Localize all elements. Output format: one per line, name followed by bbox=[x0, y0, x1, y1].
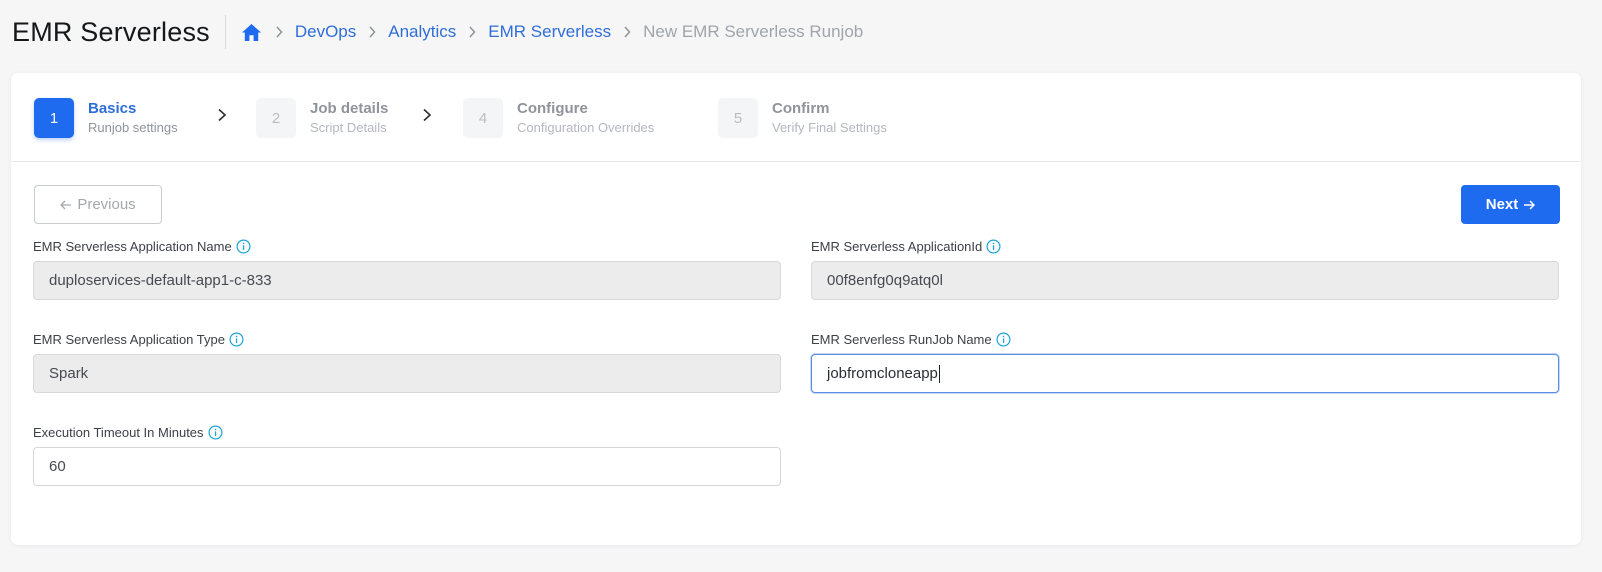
step-subtitle: Configuration Overrides bbox=[517, 120, 655, 135]
chevron-right-icon bbox=[368, 26, 376, 38]
header-divider bbox=[224, 15, 226, 49]
step-basics[interactable]: 1 Basics Runjob settings bbox=[34, 98, 178, 138]
step-title: Job details bbox=[310, 100, 389, 117]
info-icon[interactable] bbox=[236, 239, 251, 254]
arrow-right-icon bbox=[1524, 199, 1536, 210]
chevron-right-icon bbox=[468, 26, 476, 38]
info-icon[interactable] bbox=[229, 332, 244, 347]
app-id-label: EMR Serverless ApplicationId bbox=[811, 239, 1001, 254]
info-icon[interactable] bbox=[208, 425, 223, 440]
text-caret bbox=[938, 364, 940, 383]
step-subtitle: Script Details bbox=[310, 120, 387, 135]
timeout-label-text: Execution Timeout In Minutes bbox=[33, 425, 204, 440]
step-number: 2 bbox=[256, 98, 296, 138]
app-id-field[interactable]: 00f8enfg0q9atq0l bbox=[811, 261, 1559, 300]
breadcrumb-current: New EMR Serverless Runjob bbox=[643, 22, 864, 41]
runjob-name-input[interactable]: jobfromcloneapp bbox=[811, 354, 1559, 393]
app-name-label-text: EMR Serverless Application Name bbox=[33, 239, 232, 254]
runjob-wizard-card: 1 Basics Runjob settings 2 Job details S… bbox=[11, 73, 1581, 545]
runjob-name-label-text: EMR Serverless RunJob Name bbox=[811, 332, 992, 347]
step-number: 5 bbox=[718, 98, 758, 138]
step-configure[interactable]: 4 Configure Configuration Overrides bbox=[463, 98, 654, 138]
info-icon[interactable] bbox=[986, 239, 1001, 254]
chevron-right-icon bbox=[423, 108, 432, 122]
timeout-label: Execution Timeout In Minutes bbox=[33, 425, 223, 440]
breadcrumb-emr-serverless[interactable]: EMR Serverless bbox=[488, 22, 611, 42]
step-confirm[interactable]: 5 Confirm Verify Final Settings bbox=[718, 98, 887, 138]
step-number: 1 bbox=[34, 98, 74, 138]
chevron-right-icon bbox=[623, 26, 631, 38]
step-title: Configure bbox=[517, 100, 588, 117]
app-name-label: EMR Serverless Application Name bbox=[33, 239, 251, 254]
breadcrumb-analytics[interactable]: Analytics bbox=[388, 22, 456, 42]
step-subtitle: Runjob settings bbox=[88, 120, 178, 135]
app-name-field[interactable]: duploservices-default-app1-c-833 bbox=[33, 261, 781, 300]
timeout-input[interactable]: 60 bbox=[33, 447, 781, 486]
next-button[interactable]: Next bbox=[1461, 185, 1560, 224]
previous-button-label: Previous bbox=[77, 196, 136, 213]
step-job-details[interactable]: 2 Job details Script Details bbox=[256, 98, 388, 138]
step-subtitle: Verify Final Settings bbox=[772, 120, 887, 135]
chevron-right-icon bbox=[275, 26, 283, 38]
page-title: EMR Serverless bbox=[12, 16, 210, 47]
app-type-field[interactable]: Spark bbox=[33, 354, 781, 393]
step-number: 4 bbox=[463, 98, 503, 138]
step-title: Basics bbox=[88, 100, 137, 117]
arrow-left-icon bbox=[60, 200, 72, 209]
app-type-label-text: EMR Serverless Application Type bbox=[33, 332, 225, 347]
wizard-steps: 1 Basics Runjob settings 2 Job details S… bbox=[11, 73, 1581, 162]
app-id-label-text: EMR Serverless ApplicationId bbox=[811, 239, 983, 254]
home-icon[interactable] bbox=[241, 21, 263, 43]
runjob-name-label: EMR Serverless RunJob Name bbox=[811, 332, 1011, 347]
breadcrumb: DevOps Analytics EMR Serverless New EMR … bbox=[241, 21, 863, 43]
previous-button[interactable]: Previous bbox=[34, 185, 162, 224]
app-type-label: EMR Serverless Application Type bbox=[33, 332, 244, 347]
runjob-name-value: jobfromcloneapp bbox=[827, 365, 938, 382]
next-button-label: Next bbox=[1485, 196, 1519, 213]
info-icon[interactable] bbox=[996, 332, 1011, 347]
breadcrumb-devops[interactable]: DevOps bbox=[295, 22, 356, 42]
page-header: EMR Serverless DevOps Analytics EMR Serv… bbox=[12, 14, 863, 50]
step-title: Confirm bbox=[772, 100, 830, 117]
chevron-right-icon bbox=[218, 108, 227, 122]
